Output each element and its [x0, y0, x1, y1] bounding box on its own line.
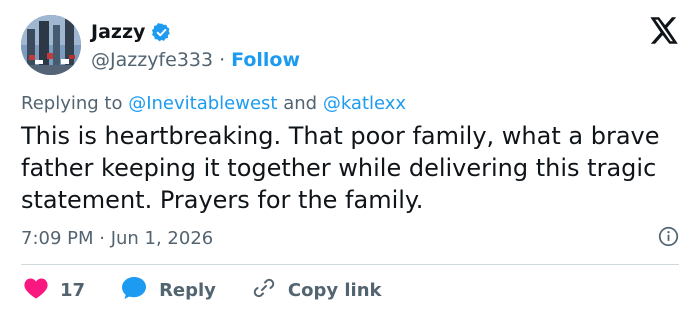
verified-badge-icon	[151, 22, 172, 43]
replying-to-conjunction: and	[283, 93, 318, 114]
replying-to-prefix: Replying to	[21, 93, 123, 114]
author-handle-row: @Jazzyfe333 · Follow	[91, 48, 300, 72]
avatar[interactable]	[21, 15, 81, 75]
link-icon	[252, 276, 276, 305]
copy-link-button[interactable]: Copy link	[252, 276, 382, 305]
author-name-row: Jazzy	[91, 20, 172, 44]
tweet-text: This is heartbreaking. That poor family,…	[21, 122, 660, 214]
divider	[21, 264, 679, 265]
replying-to-line: Replying to @Inevitablewest and @katlexx	[21, 92, 406, 116]
reply-label: Reply	[159, 279, 216, 301]
x-logo-icon[interactable]	[650, 17, 679, 44]
like-button[interactable]: 17	[24, 277, 85, 304]
separator-dot: ·	[219, 49, 226, 71]
tweet-timestamp[interactable]: 7:09 PM · Jun 1, 2026	[21, 227, 213, 251]
like-count: 17	[60, 279, 86, 301]
author-display-name[interactable]: Jazzy	[91, 20, 145, 44]
follow-button[interactable]: Follow	[231, 48, 300, 72]
copy-link-label: Copy link	[287, 279, 382, 301]
mention-link[interactable]: @katlexx	[323, 93, 406, 114]
info-icon[interactable]	[658, 226, 679, 247]
reply-bubble-icon	[121, 276, 147, 305]
tweet-actions: 17 Reply Copy link	[24, 276, 418, 304]
mention-link[interactable]: @Inevitablewest	[128, 93, 277, 114]
heart-icon	[24, 277, 48, 304]
reply-button[interactable]: Reply	[121, 276, 216, 305]
author-handle[interactable]: @Jazzyfe333	[91, 48, 213, 72]
